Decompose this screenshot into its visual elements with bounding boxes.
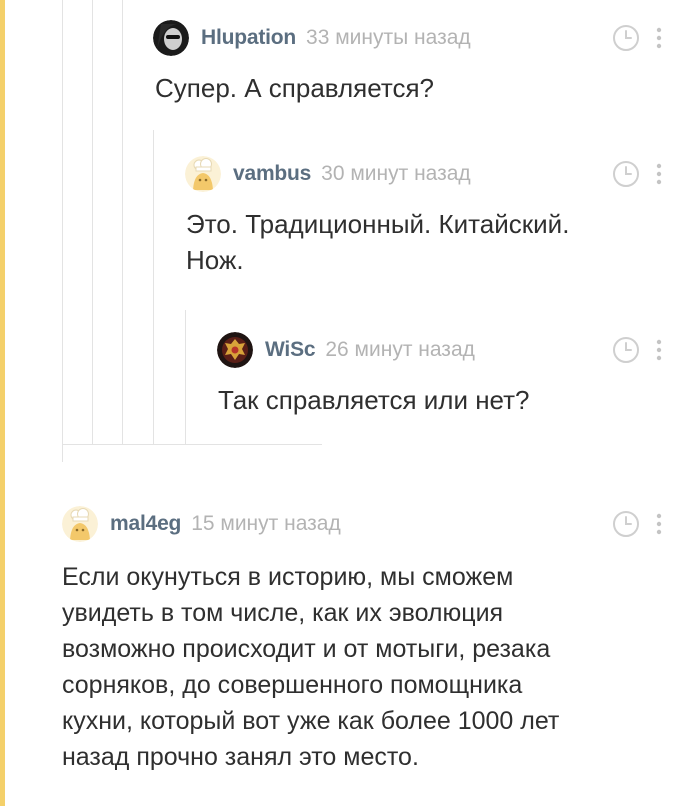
clock-icon[interactable] bbox=[612, 160, 640, 188]
comment-header: WiSc 26 минут назад bbox=[217, 330, 475, 370]
comment-text-line: Если окунуться в историю, мы сможем bbox=[62, 563, 514, 591]
chef-default-avatar-icon bbox=[185, 156, 221, 192]
clock-icon[interactable] bbox=[612, 24, 640, 52]
emblem-avatar-icon bbox=[217, 332, 253, 368]
comment-text: Супер. А справляется? bbox=[155, 73, 435, 103]
avatar[interactable] bbox=[62, 506, 98, 542]
more-vertical-icon[interactable] bbox=[656, 163, 662, 185]
more-vertical-icon[interactable] bbox=[656, 339, 662, 361]
comment-text-line: назад прочно занял это место. bbox=[62, 743, 419, 771]
comment-author[interactable]: WiSc bbox=[265, 338, 316, 362]
comment-author[interactable]: vambus bbox=[233, 162, 311, 186]
comment-author[interactable]: Hlupation bbox=[201, 26, 296, 50]
comment-text-line: возможно происходит и от мотыги, резака bbox=[62, 635, 551, 663]
dark-face-avatar-icon bbox=[153, 20, 189, 56]
comment-text-line: Это. Традиционный. Китайский. bbox=[186, 209, 570, 239]
comment-time[interactable]: 15 минут назад bbox=[191, 512, 341, 536]
thread-line[interactable] bbox=[122, 0, 123, 444]
comment-text: Так справляется или нет? bbox=[218, 385, 530, 415]
comment-text: Если окунуться в историю, мы сможем увид… bbox=[62, 559, 559, 775]
comment-text-line: увидеть в том числе, как их эволюция bbox=[62, 599, 504, 627]
comment-time[interactable]: 30 минут назад bbox=[321, 162, 471, 186]
avatar[interactable] bbox=[217, 332, 253, 368]
thread-line[interactable] bbox=[92, 0, 93, 444]
comment-time[interactable]: 33 минуты назад bbox=[306, 26, 471, 50]
comment-header: Hlupation 33 минуты назад bbox=[153, 18, 471, 58]
more-vertical-icon[interactable] bbox=[656, 513, 662, 535]
avatar[interactable] bbox=[153, 20, 189, 56]
comment-text-line: сорняков, до совершенного помощника bbox=[62, 671, 523, 699]
clock-icon[interactable] bbox=[612, 336, 640, 364]
comment-text-line: Нож. bbox=[186, 245, 244, 275]
more-vertical-icon[interactable] bbox=[656, 27, 662, 49]
chef-default-avatar-icon bbox=[62, 506, 98, 542]
thread-divider bbox=[62, 444, 322, 445]
comment-text: Это. Традиционный. Китайский. Нож. bbox=[186, 206, 569, 278]
comment-time[interactable]: 26 минут назад bbox=[325, 338, 475, 362]
avatar[interactable] bbox=[185, 156, 221, 192]
comment-header: vambus 30 минут назад bbox=[185, 154, 471, 194]
comment-text-line: кухни, который вот уже как более 1000 ле… bbox=[62, 707, 560, 735]
comment-header: mal4eg 15 минут назад bbox=[62, 504, 341, 544]
thread-line[interactable] bbox=[185, 310, 186, 444]
comment-author[interactable]: mal4eg bbox=[110, 512, 181, 536]
clock-icon[interactable] bbox=[612, 510, 640, 538]
thread-line[interactable] bbox=[153, 130, 154, 444]
thread-line[interactable] bbox=[62, 0, 63, 462]
page-accent-bar bbox=[0, 0, 5, 806]
